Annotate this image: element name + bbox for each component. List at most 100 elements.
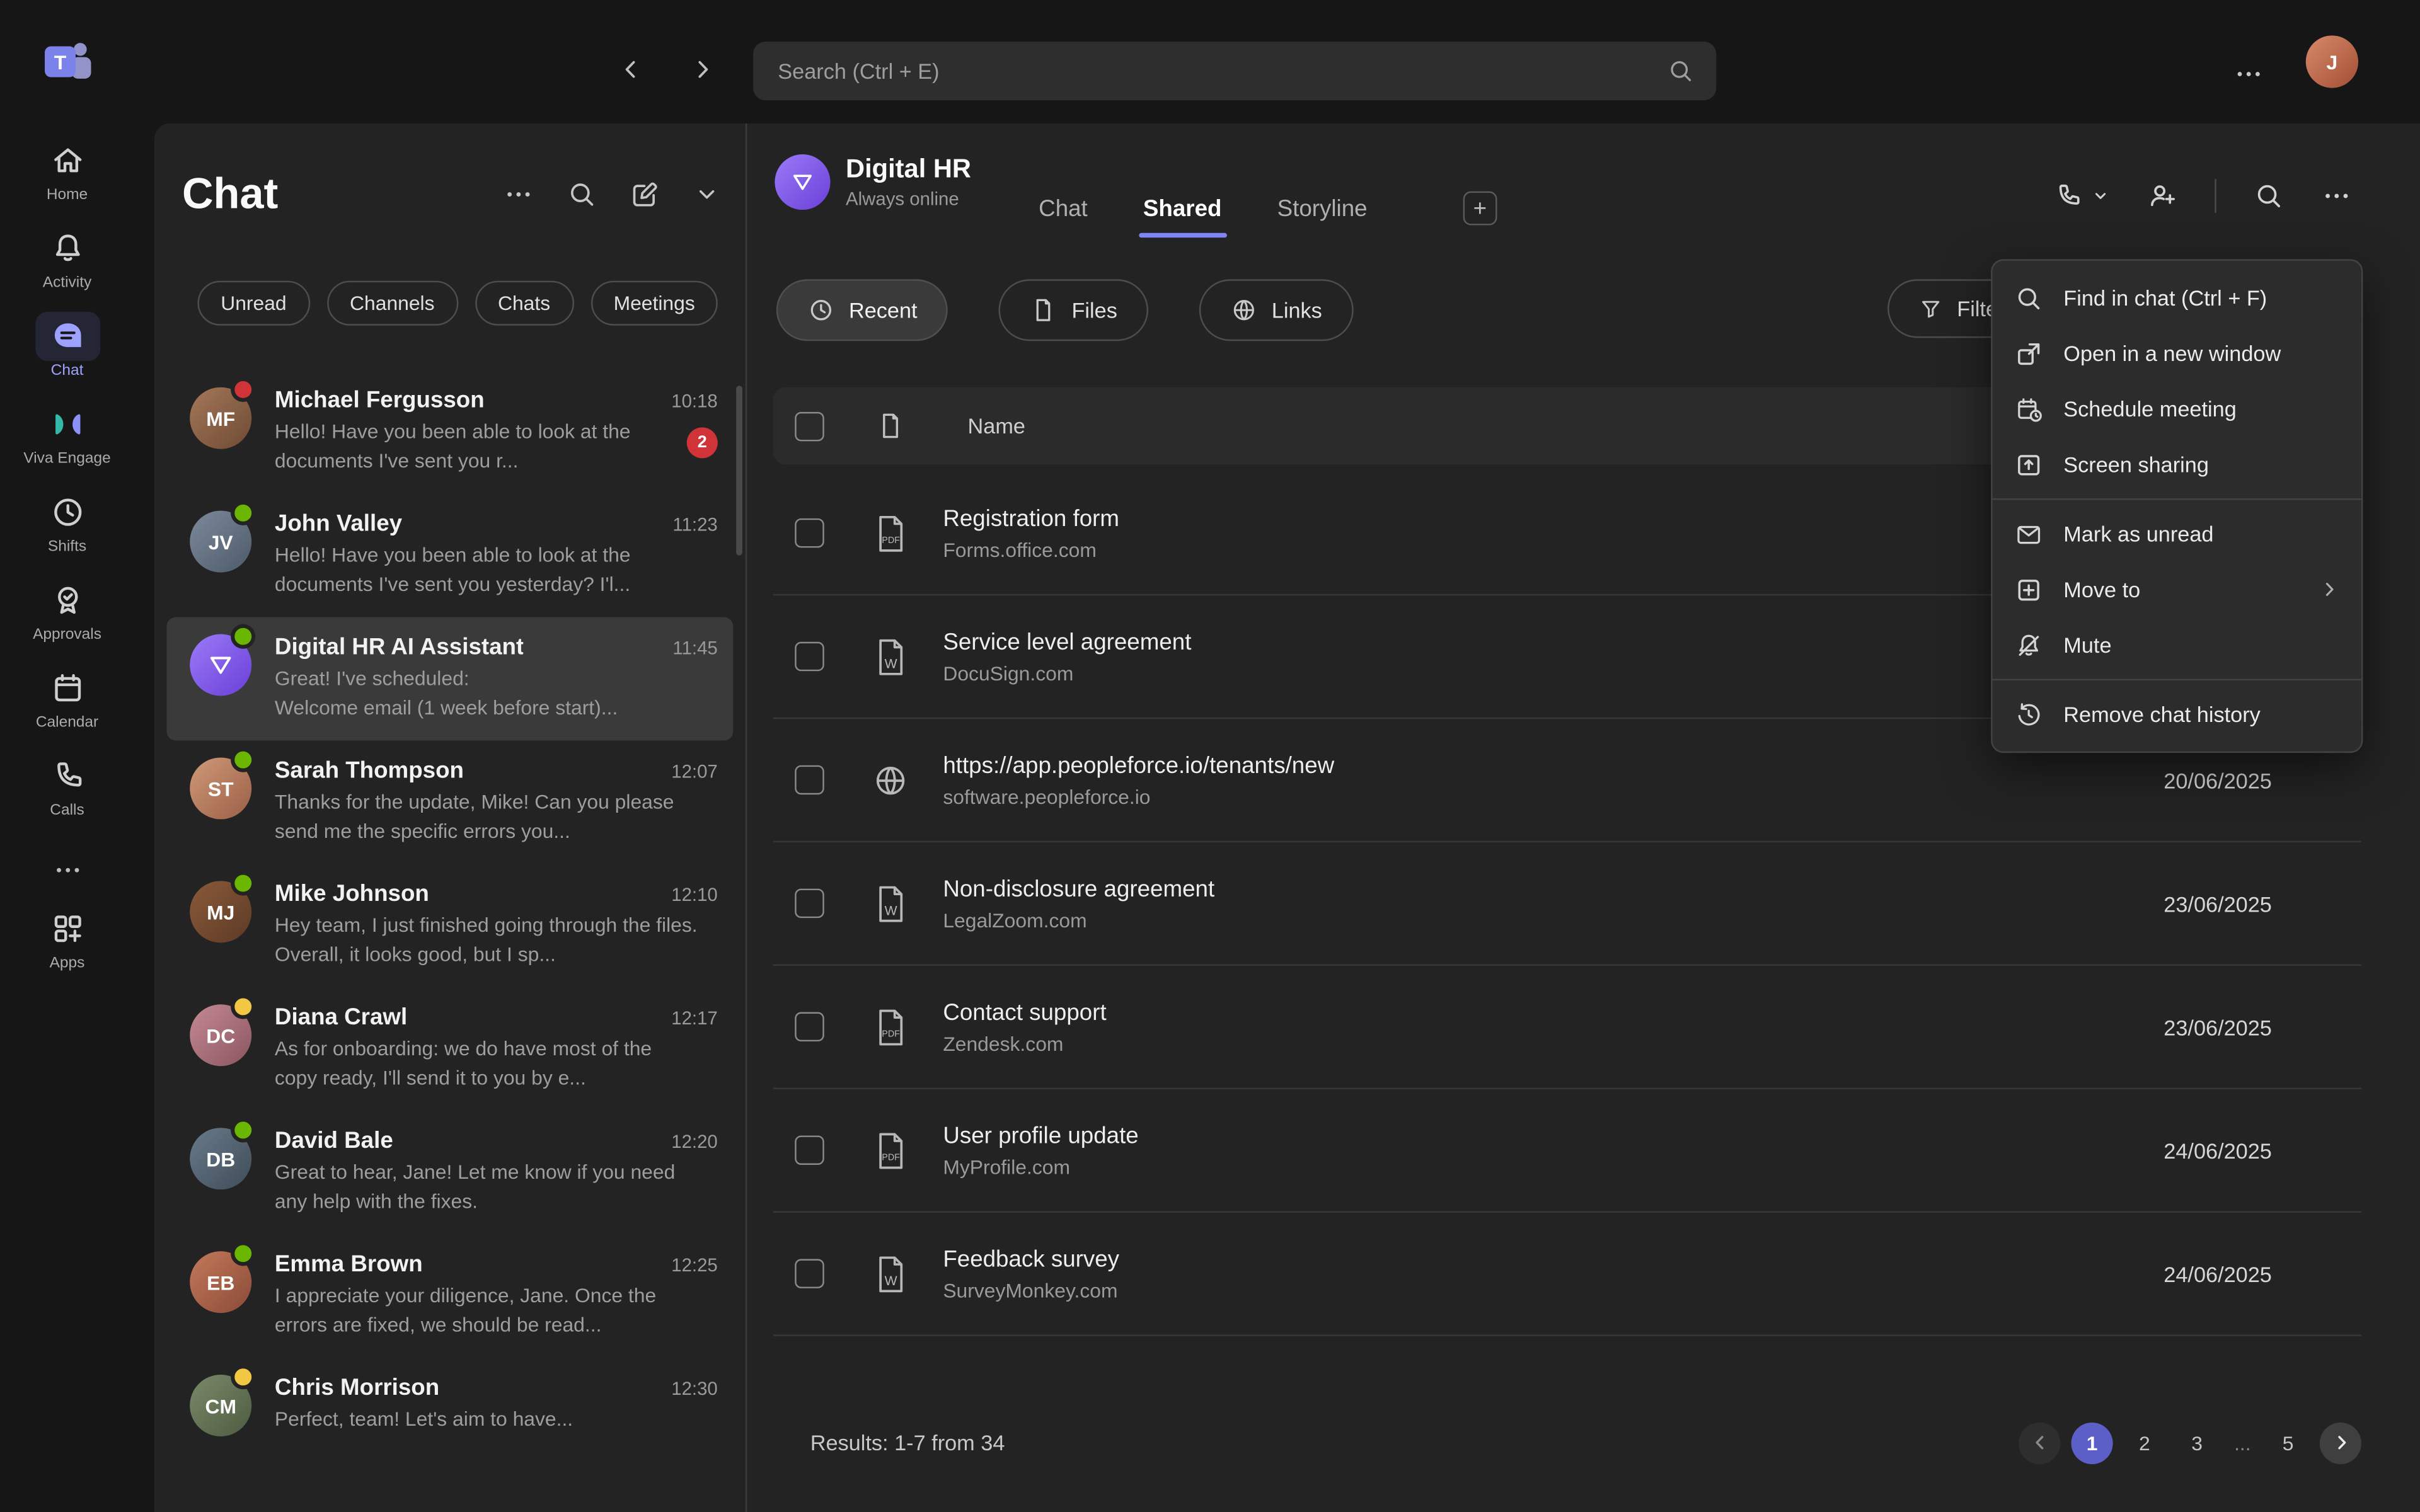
ellipsis-icon <box>2321 181 2352 212</box>
page-ellipsis: ... <box>2228 1422 2256 1463</box>
shared-file-row[interactable]: PDF User profile updateMyProfile.com 24/… <box>773 1089 2361 1213</box>
nav-forward-button[interactable] <box>688 55 716 83</box>
page-button-1[interactable]: 1 <box>2071 1422 2113 1463</box>
chevron-down-icon <box>2091 186 2109 205</box>
row-checkbox[interactable] <box>795 518 824 548</box>
shared-file-row[interactable]: PDF Contact supportZendesk.com 23/06/202… <box>773 966 2361 1089</box>
new-chat-button[interactable] <box>630 179 660 210</box>
menu-item-screen-sharing[interactable]: Screen sharing <box>1993 437 2361 492</box>
menu-item-open-new-window[interactable]: Open in a new window <box>1993 326 2361 381</box>
row-checkbox[interactable] <box>795 765 824 795</box>
rail-item-chat[interactable]: Chat <box>0 318 134 379</box>
chat-search-button[interactable] <box>567 179 597 210</box>
conversation-more-button[interactable] <box>2321 181 2352 212</box>
word-file-icon: W <box>872 636 909 677</box>
pdf-file-icon: PDF <box>872 513 909 553</box>
chat-list-item[interactable]: MJ Mike Johnson12:10 Hey team, I just fi… <box>166 864 733 987</box>
topbar-more-button[interactable] <box>2233 59 2264 89</box>
row-checkbox[interactable] <box>795 642 824 672</box>
page-title: Chat <box>182 169 278 219</box>
rail-more-button[interactable] <box>52 855 83 886</box>
chat-list-item[interactable]: ST Sarah Thompson12:07 Thanks for the up… <box>166 741 733 864</box>
chat-list-item-selected[interactable]: Digital HR AI Assistant11:45 Great! I've… <box>166 617 733 741</box>
bell-off-icon <box>2014 630 2044 660</box>
find-in-chat-button[interactable] <box>2254 181 2285 212</box>
prev-page-button[interactable] <box>2019 1422 2060 1463</box>
add-tab-button[interactable]: + <box>1463 192 1497 226</box>
rail-item-apps[interactable]: Apps <box>0 910 134 972</box>
row-checkbox[interactable] <box>795 1012 824 1042</box>
teams-app-window: T Home Activity Chat Viva Engage <box>0 0 2420 1512</box>
chat-list-item[interactable]: CM Chris Morrison12:30 Perfect, team! Le… <box>166 1358 733 1481</box>
file-title[interactable]: Feedback survey <box>943 1246 1119 1273</box>
chat-list-item[interactable]: DC Diana Crawl12:17 As for onboarding: w… <box>166 987 733 1111</box>
row-checkbox[interactable] <box>795 1135 824 1165</box>
rail-item-viva-engage[interactable]: Viva Engage <box>0 406 134 467</box>
menu-item-remove-chat-history[interactable]: Remove chat history <box>1993 687 2361 742</box>
filter-meetings[interactable]: Meetings <box>591 281 718 326</box>
nav-back-button[interactable] <box>618 55 645 83</box>
row-checkbox[interactable] <box>795 1259 824 1288</box>
menu-item-move-to[interactable]: Move to <box>1993 561 2361 617</box>
links-pill[interactable]: Links <box>1199 279 1353 341</box>
next-page-button[interactable] <box>2320 1422 2361 1463</box>
chat-expand-button[interactable] <box>693 181 721 209</box>
presence-available-dot <box>234 505 251 522</box>
tab-chat[interactable]: Chat <box>1039 195 1088 222</box>
svg-text:PDF: PDF <box>882 535 900 545</box>
menu-item-mark-as-unread[interactable]: Mark as unread <box>1993 506 2361 561</box>
file-title[interactable]: Non-disclosure agreement <box>943 876 1214 902</box>
select-all-checkbox[interactable] <box>795 411 824 441</box>
teams-logo[interactable]: T <box>39 34 95 89</box>
menu-item-find-in-chat[interactable]: Find in chat (Ctrl + F) <box>1993 270 2361 326</box>
tab-storyline[interactable]: Storyline <box>1277 195 1368 222</box>
user-avatar[interactable]: J <box>2306 35 2358 88</box>
filter-channels[interactable]: Channels <box>326 281 458 326</box>
chat-message-preview: Hello! Have you been able to look at the… <box>275 542 718 600</box>
files-pill[interactable]: Files <box>999 279 1148 341</box>
bell-icon <box>49 230 86 267</box>
recent-pill-label: Recent <box>849 298 918 323</box>
tab-shared[interactable]: Shared <box>1143 195 1222 222</box>
rail-item-calls[interactable]: Calls <box>0 757 134 819</box>
chat-list-scrollbar[interactable] <box>736 386 742 555</box>
file-title[interactable]: Contact support <box>943 999 1106 1026</box>
filter-chats[interactable]: Chats <box>475 281 573 326</box>
row-checkbox[interactable] <box>795 889 824 919</box>
global-search-input[interactable] <box>753 42 1716 100</box>
page-button-2[interactable]: 2 <box>2124 1422 2165 1463</box>
chat-list-item[interactable]: MF Michael Fergusson10:18 Hello! Have yo… <box>166 370 733 494</box>
page-button-3[interactable]: 3 <box>2176 1422 2218 1463</box>
recent-pill[interactable]: Recent <box>776 279 948 341</box>
file-title[interactable]: Service level agreement <box>943 629 1191 655</box>
call-button[interactable] <box>2053 181 2110 212</box>
chat-icon <box>35 312 100 361</box>
rail-item-shifts[interactable]: Shifts <box>0 494 134 556</box>
link-title[interactable]: https://app.peopleforce.io/tenants/new <box>943 752 1334 779</box>
rail-label: Home <box>47 186 88 203</box>
shared-view-pills: Recent Files Links <box>776 279 1353 341</box>
file-title[interactable]: Registration form <box>943 505 1119 532</box>
apps-grid-icon <box>49 910 86 948</box>
chat-message-preview: Perfect, team! Let's aim to have... <box>275 1406 718 1435</box>
rail-item-approvals[interactable]: Approvals <box>0 581 134 643</box>
rail-item-calendar[interactable]: Calendar <box>0 670 134 731</box>
menu-item-schedule-meeting[interactable]: Schedule meeting <box>1993 381 2361 437</box>
rail-item-home[interactable]: Home <box>0 142 134 203</box>
menu-item-mute[interactable]: Mute <box>1993 617 2361 673</box>
file-title[interactable]: User profile update <box>943 1123 1138 1149</box>
chat-list-item[interactable]: JV John Valley11:23 Hello! Have you been… <box>166 494 733 617</box>
rail-item-activity[interactable]: Activity <box>0 230 134 292</box>
chat-more-button[interactable] <box>503 179 534 210</box>
conversation-name: Digital HR <box>846 154 971 185</box>
page-button-5[interactable]: 5 <box>2267 1422 2309 1463</box>
file-date: 24/06/2025 <box>2164 1138 2361 1162</box>
shared-file-row[interactable]: W Feedback surveySurveyMonkey.com 24/06/… <box>773 1213 2361 1336</box>
chat-list-item[interactable]: EB Emma Brown12:25 I appreciate your dil… <box>166 1234 733 1358</box>
add-people-button[interactable] <box>2147 181 2178 212</box>
open-window-icon <box>2014 339 2044 369</box>
filter-unread[interactable]: Unread <box>197 281 309 326</box>
shared-file-row[interactable]: W Non-disclosure agreementLegalZoom.com … <box>773 842 2361 966</box>
chat-list-item[interactable]: DB David Bale12:20 Great to hear, Jane! … <box>166 1111 733 1234</box>
chat-sender-name: Mike Johnson <box>275 881 429 907</box>
